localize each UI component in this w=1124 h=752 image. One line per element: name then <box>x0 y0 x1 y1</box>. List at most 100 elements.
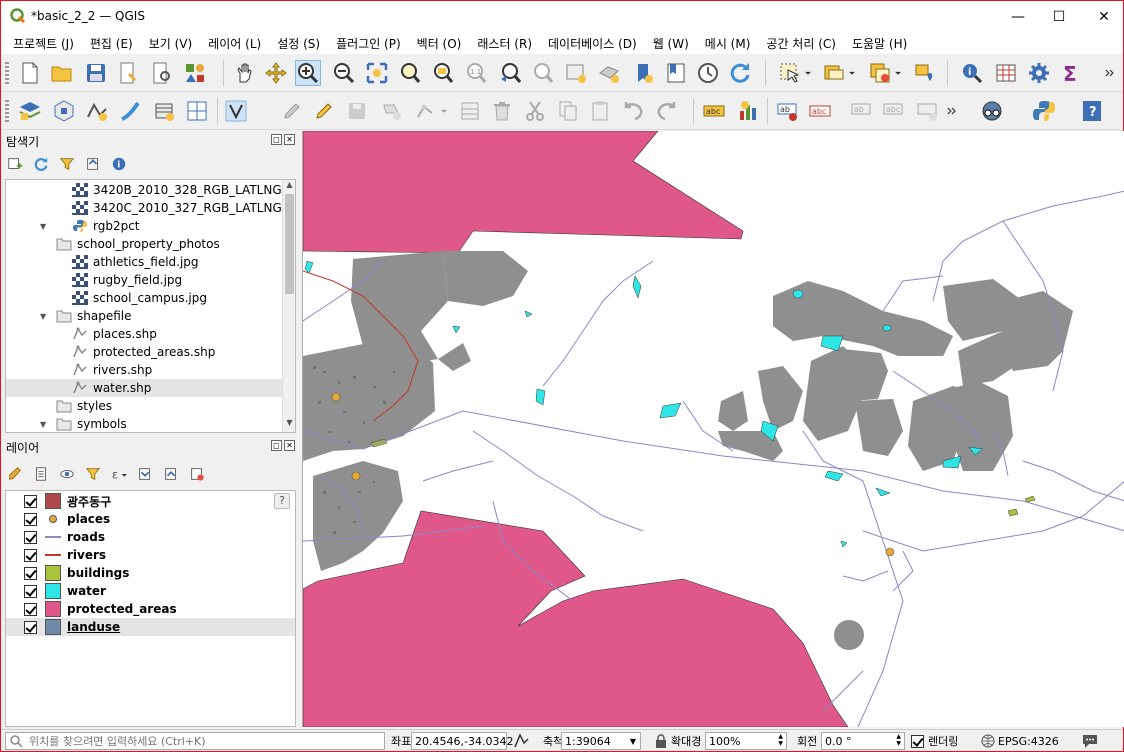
processing-toolbox-icon[interactable] <box>1026 60 1052 86</box>
tree-item[interactable]: athletics_field.jpg <box>72 253 199 271</box>
layer-visibility-checkbox[interactable] <box>24 620 37 634</box>
menu-view[interactable]: 보기 (V) <box>141 35 200 52</box>
tree-folder[interactable]: styles <box>56 397 112 415</box>
layer-styling-icon[interactable] <box>6 465 24 483</box>
tree-item[interactable]: 3420B_2010_328_RGB_LATLNG.tif <box>72 181 295 199</box>
tree-folder[interactable]: school_property_photos <box>56 235 220 253</box>
menu-database[interactable]: 데이터베이스 (D) <box>540 35 645 52</box>
embedded-help-icon[interactable]: ? <box>274 493 290 509</box>
statistics-icon[interactable]: Σ <box>1058 60 1084 86</box>
locator-input[interactable] <box>29 734 369 748</box>
new-map-view-icon[interactable] <box>563 60 589 86</box>
spin-arrows-icon[interactable]: ▲ ▼ <box>778 733 783 747</box>
new-shapefile-icon[interactable] <box>84 98 110 124</box>
close-panel-icon[interactable]: ✕ <box>284 134 295 145</box>
close-panel-icon[interactable]: ✕ <box>284 440 295 451</box>
data-source-manager-icon[interactable] <box>17 98 43 124</box>
map-render[interactable] <box>303 131 1124 727</box>
save-edits-icon[interactable] <box>344 98 370 124</box>
layer-visibility-checkbox[interactable] <box>24 602 37 616</box>
layer-visibility-checkbox[interactable] <box>24 494 37 508</box>
refresh-icon[interactable] <box>727 60 753 86</box>
show-bookmarks-icon[interactable] <box>663 60 689 86</box>
float-panel-icon[interactable]: ◻ <box>271 134 282 145</box>
layer-visibility-checkbox[interactable] <box>24 530 37 544</box>
modify-attributes-icon[interactable] <box>457 98 483 124</box>
new-project-icon[interactable] <box>17 60 43 86</box>
toolbar-grip[interactable] <box>5 100 9 122</box>
tree-folder[interactable]: shapefile <box>56 307 132 325</box>
expand-arrow-icon[interactable]: ▼ <box>40 420 46 429</box>
layer-row[interactable]: 광주동구 <box>24 492 111 510</box>
add-feature-icon[interactable] <box>379 98 405 124</box>
minimize-button[interactable]: — <box>995 1 1041 32</box>
zoom-native-icon[interactable]: 1:1 <box>463 60 489 86</box>
scale-combobox[interactable]: 1:39064 ▼ <box>561 732 641 750</box>
new-bookmark-icon[interactable] <box>631 60 657 86</box>
layer-visibility-checkbox[interactable] <box>24 584 37 598</box>
close-button[interactable]: ✕ <box>1081 1 1124 32</box>
tree-item[interactable]: rivers.shp <box>72 361 152 379</box>
undo-icon[interactable] <box>621 98 647 124</box>
toggle-extents-icon[interactable] <box>513 733 531 749</box>
scroll-up-icon[interactable]: ▲ <box>284 180 295 192</box>
new-temp-scratch-icon[interactable] <box>184 98 210 124</box>
zoom-last-icon[interactable] <box>497 60 523 86</box>
manage-map-themes-icon[interactable] <box>58 465 76 483</box>
menu-help[interactable]: 도움말 (H) <box>844 35 915 52</box>
copy-features-icon[interactable] <box>555 98 581 124</box>
pin-labels-icon[interactable]: abc <box>807 98 833 124</box>
cut-features-icon[interactable] <box>522 98 548 124</box>
layer-diagram-icon[interactable] <box>735 98 761 124</box>
move-label-icon[interactable]: abc <box>881 98 907 124</box>
messages-icon[interactable] <box>1081 733 1099 749</box>
properties-icon[interactable]: i <box>110 155 128 173</box>
filter-legend-icon[interactable] <box>84 465 102 483</box>
python-console-icon[interactable] <box>1031 98 1057 124</box>
render-checkbox[interactable] <box>911 734 924 748</box>
spin-arrows-icon[interactable]: ▲ ▼ <box>896 733 901 747</box>
layer-labeling-icon[interactable]: abc <box>701 98 727 124</box>
float-panel-icon[interactable]: ◻ <box>271 440 282 451</box>
remove-layer-icon[interactable] <box>188 465 206 483</box>
filter-expression-icon[interactable]: ε <box>110 465 128 483</box>
crs-button[interactable]: EPSG:4326 <box>981 733 1059 749</box>
current-edits-icon[interactable] <box>279 98 305 124</box>
tree-item[interactable]: places.shp <box>72 325 157 343</box>
tree-folder[interactable]: symbols <box>56 415 127 432</box>
render-checkbox-wrap[interactable]: 렌더링 <box>911 733 958 749</box>
layer-visibility-checkbox[interactable] <box>24 512 37 526</box>
paste-features-icon[interactable] <box>587 98 613 124</box>
coordinate-field[interactable]: 20.4546,-34.0342 <box>411 732 513 750</box>
menu-plugins[interactable]: 플러그인 (P) <box>328 35 409 52</box>
style-panel-icon[interactable] <box>223 98 249 124</box>
select-by-expression-icon[interactable] <box>821 60 847 86</box>
deselect-all-icon[interactable] <box>867 60 893 86</box>
filter-browser-icon[interactable] <box>58 155 76 173</box>
add-layer-icon[interactable] <box>6 155 24 173</box>
add-group-icon[interactable] <box>32 465 50 483</box>
show-hide-labels-icon[interactable]: ab <box>849 98 875 124</box>
new-virtual-layer-icon[interactable] <box>151 98 177 124</box>
pan-to-selection-icon[interactable] <box>263 60 289 86</box>
vertex-tool-icon[interactable] <box>413 98 439 124</box>
save-project-icon[interactable] <box>83 60 109 86</box>
tree-item[interactable]: rugby_field.jpg <box>72 271 182 289</box>
menu-edit[interactable]: 편집 (E) <box>82 35 141 52</box>
menu-web[interactable]: 웹 (W) <box>645 35 697 52</box>
toggle-editing-icon[interactable] <box>311 98 337 124</box>
layer-visibility-checkbox[interactable] <box>24 566 37 580</box>
rotation-spinbox[interactable]: 0.0 ° ▲ ▼ <box>821 732 905 750</box>
magnifier-spinbox[interactable]: 100% ▲ ▼ <box>705 732 787 750</box>
zoom-to-layer-icon[interactable] <box>430 60 456 86</box>
new-spatialite-icon[interactable] <box>117 98 143 124</box>
quickosm-icon[interactable] <box>979 98 1005 124</box>
zoom-in-icon[interactable] <box>295 60 321 86</box>
map-canvas[interactable] <box>302 131 1124 727</box>
tree-item[interactable]: protected_areas.shp <box>72 343 215 361</box>
new-geopackage-icon[interactable] <box>51 98 77 124</box>
style-manager-icon[interactable] <box>182 60 208 86</box>
browser-scrollbar[interactable]: ▲ ▼ <box>282 180 295 432</box>
rotate-label-icon[interactable] <box>915 98 941 124</box>
scroll-thumb[interactable] <box>285 194 294 294</box>
